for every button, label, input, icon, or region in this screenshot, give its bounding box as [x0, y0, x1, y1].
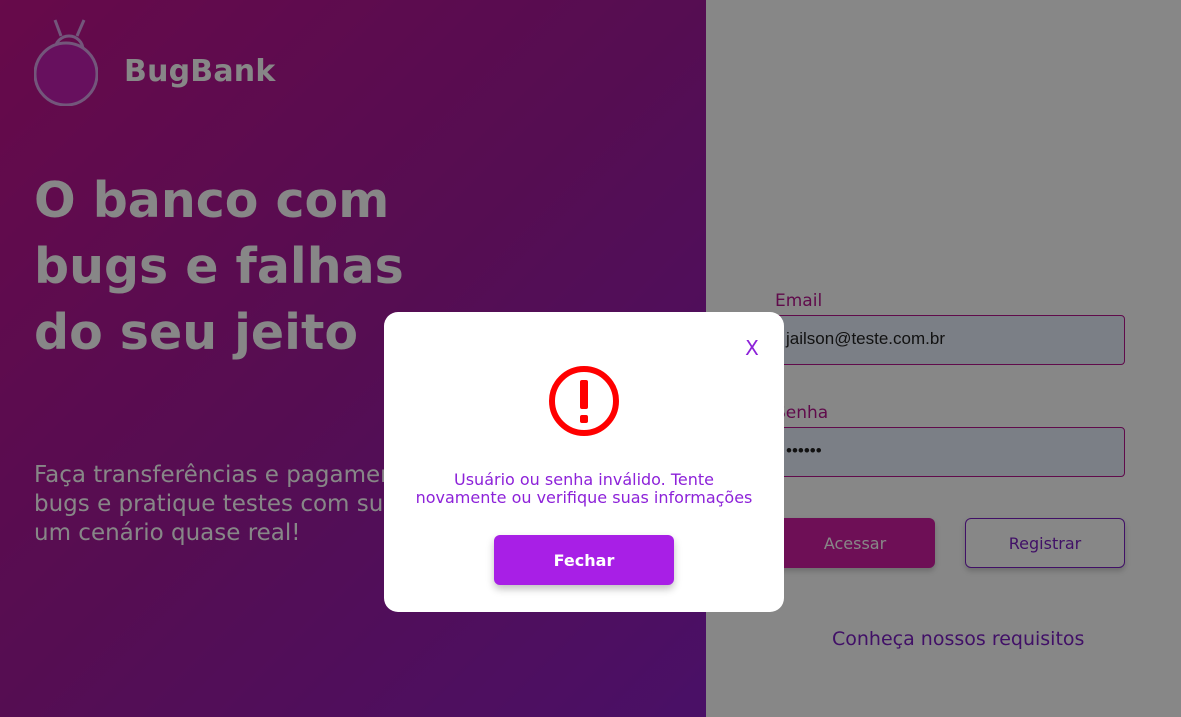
- fechar-button[interactable]: Fechar: [494, 535, 674, 585]
- error-modal: X Usuário ou senha inválido. Tente novam…: [384, 312, 784, 612]
- close-icon[interactable]: X: [742, 336, 762, 360]
- error-message: Usuário ou senha inválido. Tente novamen…: [384, 471, 784, 507]
- error-message-line: Usuário ou senha inválido. Tente: [454, 470, 714, 489]
- error-message-line: novamente ou verifique suas informações: [415, 488, 753, 507]
- error-alert-icon: [549, 366, 619, 436]
